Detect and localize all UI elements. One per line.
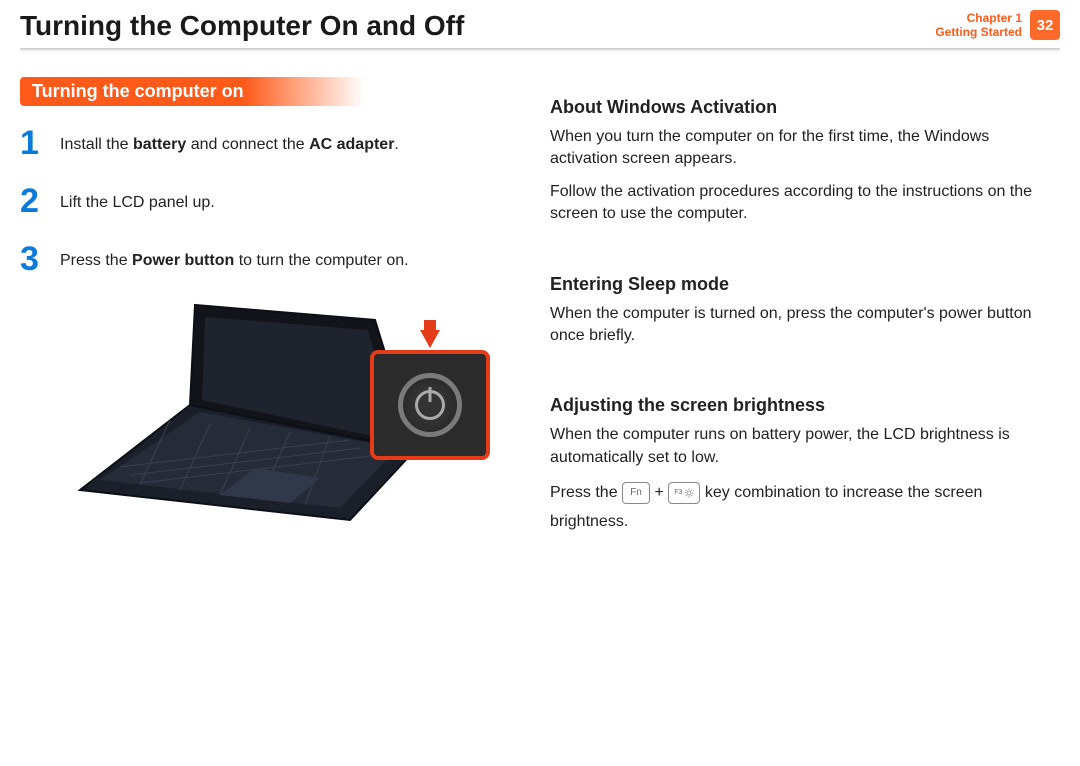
svg-text:+: + [693,488,694,492]
step-number: 1 [20,126,48,160]
fn-key-icon: Fn [622,482,650,504]
text: + [654,484,668,501]
heading-activation: About Windows Activation [550,97,1040,118]
step-number: 3 [20,242,48,276]
step-text: Lift the LCD panel up. [60,184,215,214]
page-title: Turning the Computer On and Off [20,10,464,42]
step-number: 2 [20,184,48,218]
chapter-block: Chapter 1 Getting Started 32 [935,10,1060,40]
chapter-label: Chapter 1 [935,11,1022,25]
step-text: Install the battery and connect the AC a… [60,126,399,156]
paragraph: When you turn the computer on for the fi… [550,126,1040,171]
section-banner: Turning the computer on [20,77,364,106]
heading-sleep: Entering Sleep mode [550,274,1040,295]
key-label: F3 [674,487,682,500]
step-text: Press the Power button to turn the compu… [60,242,409,272]
arrow-down-icon [420,330,440,348]
paragraph: When the computer runs on battery power,… [550,424,1040,469]
step-3: 3 Press the Power button to turn the com… [20,242,520,276]
power-button-callout [370,350,490,460]
key-combination-line: Press the Fn + F3 [550,479,1040,537]
paragraph: Follow the activation procedures accordi… [550,181,1040,226]
text: Press the [550,484,622,501]
step-1: 1 Install the battery and connect the AC… [20,126,520,160]
power-button-icon [398,373,462,437]
paragraph: When the computer is turned on, press th… [550,303,1040,348]
chapter-subtitle: Getting Started [935,25,1022,39]
heading-brightness: Adjusting the screen brightness [550,395,1040,416]
f3-key-icon: F3 + [668,482,700,504]
brightness-icon: + [684,488,694,498]
laptop-figure [20,300,500,530]
page-number-badge: 32 [1030,10,1060,40]
step-2: 2 Lift the LCD panel up. [20,184,520,218]
